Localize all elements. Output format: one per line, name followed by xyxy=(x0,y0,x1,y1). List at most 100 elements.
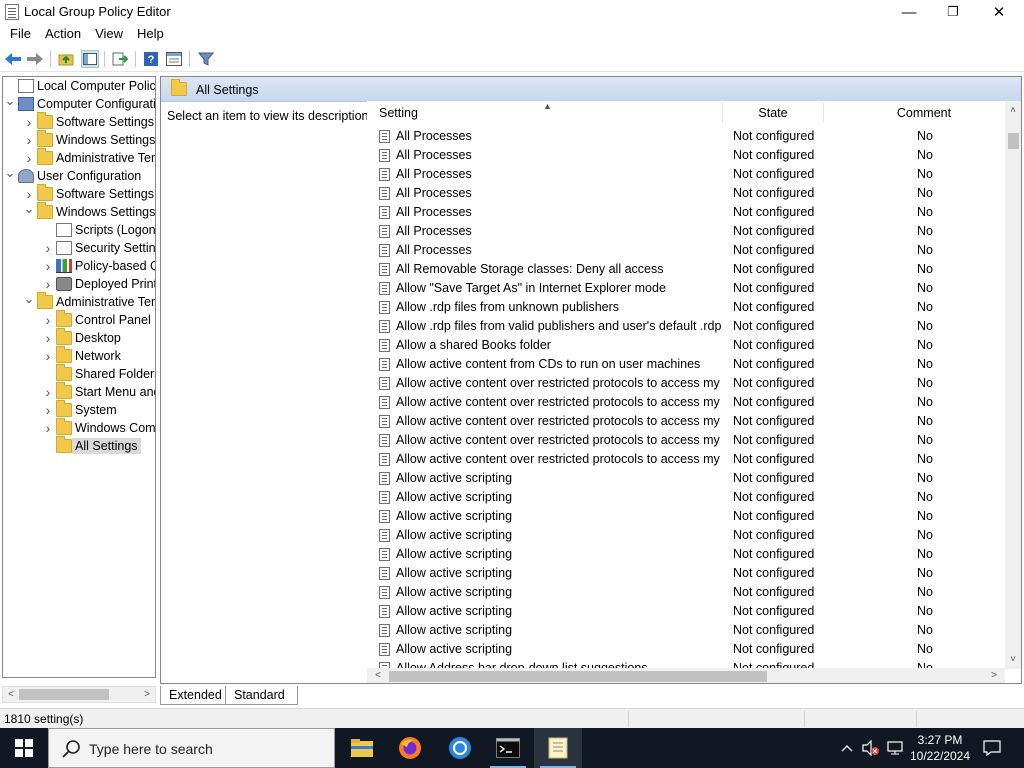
tree-item[interactable]: › Administrative Templates xyxy=(23,148,155,167)
close-button[interactable]: ✕ xyxy=(976,0,1022,24)
scroll-up-icon[interactable]: ˄ xyxy=(1006,103,1020,118)
table-row[interactable]: Allow a shared Books folder Not configure… xyxy=(367,336,1007,355)
scrollbar-thumb[interactable] xyxy=(19,689,109,700)
collapse-icon[interactable]: ⌄ xyxy=(23,291,35,307)
tree-item[interactable]: › Windows Settings xyxy=(23,130,155,149)
expand-icon[interactable]: › xyxy=(42,348,54,364)
tree-item[interactable]: ⌄ Computer Configuration xyxy=(4,93,155,113)
minimize-button[interactable]: — xyxy=(886,0,932,24)
tree-item[interactable]: ⌄ User Configuration xyxy=(4,165,141,185)
help-icon[interactable]: ? xyxy=(142,50,160,68)
table-row[interactable]: Allow active scripting Not configured No xyxy=(367,545,1007,564)
table-row[interactable]: Allow active content over restricted pro… xyxy=(367,374,1007,393)
network-icon[interactable] xyxy=(884,728,906,768)
table-row[interactable]: Allow active scripting Not configured No xyxy=(367,583,1007,602)
firefox-icon[interactable] xyxy=(386,728,434,768)
expand-icon[interactable]: › xyxy=(23,132,35,148)
filter-icon[interactable] xyxy=(197,50,215,68)
collapse-icon[interactable]: ⌄ xyxy=(4,165,16,181)
tree-item[interactable]: › Software Settings xyxy=(23,184,154,203)
expand-icon[interactable]: › xyxy=(42,258,54,274)
table-row[interactable]: Allow active content from CDs to run on … xyxy=(367,355,1007,374)
tree-item[interactable]: All Settings xyxy=(42,436,141,455)
table-row[interactable]: All Processes Not configured No xyxy=(367,184,1007,203)
tree-item[interactable]: › Deployed Printers xyxy=(42,275,155,293)
tree-item[interactable]: Scripts (Logon/Logoff) xyxy=(42,221,155,239)
notification-icon[interactable] xyxy=(980,728,1004,768)
tree-horizontal-scrollbar[interactable]: < > xyxy=(2,686,156,703)
menu-file[interactable]: File xyxy=(0,24,38,44)
tree-item[interactable]: › Desktop xyxy=(42,328,121,347)
taskbar-clock[interactable]: 3:27 PM 10/22/2024 xyxy=(908,732,972,764)
table-row[interactable]: All Processes Not configured No xyxy=(367,165,1007,184)
scrollbar-thumb[interactable] xyxy=(389,671,767,682)
table-row[interactable]: All Processes Not configured No xyxy=(367,241,1007,260)
table-row[interactable]: Allow active scripting Not configured No xyxy=(367,507,1007,526)
tree-item[interactable]: ⌄ Administrative Templates xyxy=(23,291,155,311)
taskbar-search-box[interactable]: Type here to search xyxy=(48,728,335,768)
back-icon[interactable] xyxy=(4,50,22,68)
table-row[interactable]: All Processes Not configured No xyxy=(367,146,1007,165)
expand-icon[interactable]: › xyxy=(42,276,54,292)
forward-icon[interactable] xyxy=(26,50,44,68)
table-row[interactable]: Allow active content over restricted pro… xyxy=(367,412,1007,431)
expand-icon[interactable]: › xyxy=(23,186,35,202)
scroll-down-icon[interactable]: ˅ xyxy=(1006,652,1020,667)
tree-item[interactable]: › Control Panel xyxy=(42,310,151,329)
table-row[interactable]: Allow .rdp files from valid publishers a… xyxy=(367,317,1007,336)
table-row[interactable]: Allow active scripting Not configured No xyxy=(367,488,1007,507)
tree-item[interactable]: › System xyxy=(42,400,117,419)
show-hide-tree-icon[interactable] xyxy=(81,50,99,68)
tree-item[interactable]: › Software Settings xyxy=(23,112,154,131)
expand-icon[interactable]: › xyxy=(23,114,35,130)
chrome-browser-icon[interactable] xyxy=(436,728,484,768)
terminal-icon[interactable] xyxy=(484,728,532,768)
table-row[interactable]: Allow active scripting Not configured No xyxy=(367,469,1007,488)
tree-item[interactable]: Local Computer Policy xyxy=(4,77,155,95)
collapse-icon[interactable]: ⌄ xyxy=(23,201,35,217)
table-row[interactable]: Allow active content over restricted pro… xyxy=(367,393,1007,412)
menu-view[interactable]: View xyxy=(88,24,130,44)
tab-standard[interactable]: Standard xyxy=(226,686,298,705)
column-state[interactable]: State xyxy=(723,101,823,125)
table-row[interactable]: Allow active scripting Not configured No xyxy=(367,621,1007,640)
tree-item[interactable]: › Policy-based QoS xyxy=(42,257,155,275)
table-row[interactable]: Allow active scripting Not configured No xyxy=(367,640,1007,659)
maximize-button[interactable]: ❐ xyxy=(930,0,976,24)
table-row[interactable]: Allow "Save Target As" in Internet Explo… xyxy=(367,279,1007,298)
up-folder-icon[interactable] xyxy=(57,50,75,68)
table-row[interactable]: All Removable Storage classes: Deny all … xyxy=(367,260,1007,279)
tree-item[interactable]: ⌄ Windows Settings xyxy=(23,201,155,221)
volume-muted-icon[interactable] xyxy=(860,728,882,768)
column-comment[interactable]: Comment xyxy=(824,101,1021,125)
file-explorer-icon[interactable] xyxy=(338,728,386,768)
scroll-left-icon[interactable]: < xyxy=(371,668,385,683)
list-horizontal-scrollbar[interactable]: < > xyxy=(367,668,1005,683)
export-list-icon[interactable] xyxy=(111,50,129,68)
tree-item[interactable]: › Security Settings xyxy=(42,239,155,257)
expand-icon[interactable]: › xyxy=(42,330,54,346)
expand-icon[interactable]: › xyxy=(23,150,35,166)
tree-item[interactable]: › Windows Components xyxy=(42,418,155,437)
table-row[interactable]: All Processes Not configured No xyxy=(367,127,1007,146)
list-vertical-scrollbar[interactable]: ˄ ˅ xyxy=(1005,101,1021,669)
menu-action[interactable]: Action xyxy=(38,24,88,44)
expand-icon[interactable]: › xyxy=(42,240,54,256)
expand-icon[interactable]: › xyxy=(42,384,54,400)
table-row[interactable]: Allow active scripting Not configured No xyxy=(367,602,1007,621)
scroll-right-icon[interactable]: > xyxy=(987,668,1001,683)
tree-item[interactable]: › Network xyxy=(42,346,121,365)
expand-icon[interactable]: › xyxy=(42,312,54,328)
collapse-icon[interactable]: ⌄ xyxy=(4,93,16,109)
table-row[interactable]: Allow active scripting Not configured No xyxy=(367,526,1007,545)
scrollbar-thumb[interactable] xyxy=(1008,133,1019,149)
properties-icon[interactable] xyxy=(165,50,183,68)
expand-icon[interactable]: › xyxy=(42,402,54,418)
table-row[interactable]: Allow active content over restricted pro… xyxy=(367,450,1007,469)
scroll-left-icon[interactable]: < xyxy=(4,687,18,702)
table-row[interactable]: All Processes Not configured No xyxy=(367,203,1007,222)
show-hidden-icons-icon[interactable] xyxy=(836,728,858,768)
table-row[interactable]: Allow .rdp files from unknown publishers… xyxy=(367,298,1007,317)
menu-help[interactable]: Help xyxy=(130,24,171,44)
table-row[interactable]: Allow active content over restricted pro… xyxy=(367,431,1007,450)
